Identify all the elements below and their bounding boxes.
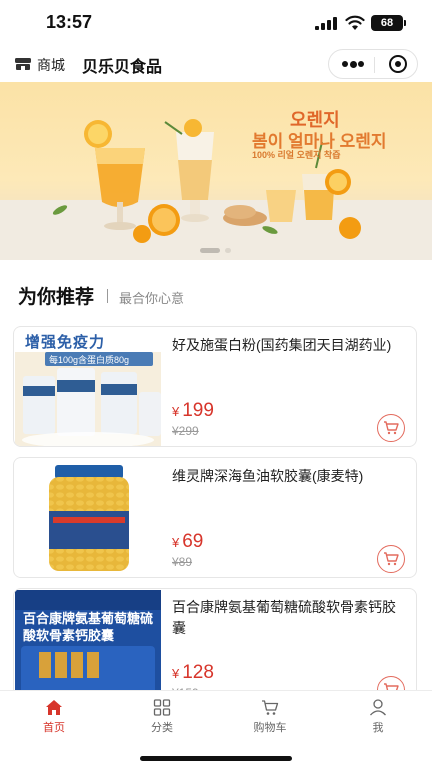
close-mini-program-icon[interactable]: [389, 55, 407, 73]
cellular-signal-icon: [315, 17, 339, 30]
cart-icon: [384, 552, 399, 566]
section-title: 为你推荐: [18, 287, 95, 308]
fish-oil-bottle-image: [15, 459, 161, 577]
battery-tip: [404, 20, 406, 26]
more-menu-icon[interactable]: [342, 60, 364, 68]
add-to-cart-button[interactable]: [377, 545, 405, 573]
tab-me[interactable]: 我: [324, 691, 432, 739]
product-name[interactable]: 维灵牌深海鱼油软胶囊(康麦特): [172, 466, 408, 487]
category-grid-icon: [153, 699, 171, 716]
add-to-cart-button[interactable]: [377, 414, 405, 442]
tab-category-label: 分类: [151, 722, 173, 734]
section-divider: [107, 289, 108, 303]
banner-illustration: [0, 119, 432, 260]
product-card[interactable]: 增强免疫力 每100g含蛋白质80g 好及施蛋白粉(国药集团天目湖药业) ¥19…: [13, 326, 417, 447]
currency-symbol: ¥: [172, 666, 180, 681]
user-icon: [370, 699, 386, 716]
product-original-price: ¥89: [172, 555, 193, 569]
product-image-headline: 增强免疫力: [25, 334, 106, 351]
shop-icon: [15, 58, 31, 70]
price-value: 199: [182, 400, 214, 421]
tab-home[interactable]: 首页: [0, 691, 108, 739]
section-subtitle: 最合你心意: [119, 291, 185, 306]
tab-cart-label: 购物车: [253, 722, 287, 734]
banner-subtitle: 100% 리얼 오렌지 착즙: [252, 150, 341, 160]
tab-cart[interactable]: 购物车: [216, 691, 324, 739]
home-indicator[interactable]: [140, 756, 292, 761]
navbar: 商城 贝乐贝食品: [0, 46, 432, 82]
tab-me-label: 我: [372, 722, 384, 734]
product-name[interactable]: 百合康牌氨基葡萄糖硫酸软骨素钙胶囊: [172, 597, 408, 639]
product-price: ¥128: [172, 662, 214, 684]
product-card[interactable]: 维灵牌深海鱼油软胶囊(康麦特) ¥69 ¥89: [13, 457, 417, 578]
price-value: 128: [182, 662, 214, 683]
tab-home-label: 首页: [43, 722, 65, 734]
banner-dot[interactable]: [225, 248, 231, 253]
promo-banner[interactable]: 오렌지 봄이 얼마나 오렌지 100% 리얼 오렌지 착즙: [0, 82, 432, 260]
currency-symbol: ¥: [172, 535, 180, 550]
status-bar: 13:57 68: [0, 0, 432, 46]
mini-program-capsule: [328, 49, 418, 79]
price-value: 69: [182, 531, 204, 552]
product-name[interactable]: 好及施蛋白粉(国药集团天目湖药业): [172, 335, 408, 356]
banner-pagination[interactable]: [200, 248, 234, 254]
cart-icon: [262, 700, 279, 715]
battery-icon: 68: [371, 15, 403, 31]
status-time: 13:57: [46, 12, 93, 32]
shop-label[interactable]: 商城: [37, 55, 65, 75]
product-price: ¥199: [172, 400, 214, 422]
capsule-divider: [374, 57, 375, 73]
currency-symbol: ¥: [172, 404, 180, 419]
product-image-subline: 每100g含蛋白质80g: [49, 355, 130, 365]
banner-dot-active[interactable]: [200, 248, 220, 253]
product-image-headline: 百合康牌氨基葡萄糖硫酸软骨素钙胶囊: [23, 611, 154, 643]
cart-icon: [384, 421, 399, 435]
tab-category[interactable]: 分类: [108, 691, 216, 739]
brand-name: 贝乐贝食品: [82, 59, 163, 76]
home-icon: [46, 700, 62, 715]
product-image[interactable]: 增强免疫力 每100g含蛋白质80g: [15, 328, 161, 446]
product-image[interactable]: [15, 459, 161, 577]
product-price: ¥69: [172, 531, 203, 553]
wifi-icon: [345, 15, 365, 30]
product-original-price: ¥299: [172, 424, 199, 438]
